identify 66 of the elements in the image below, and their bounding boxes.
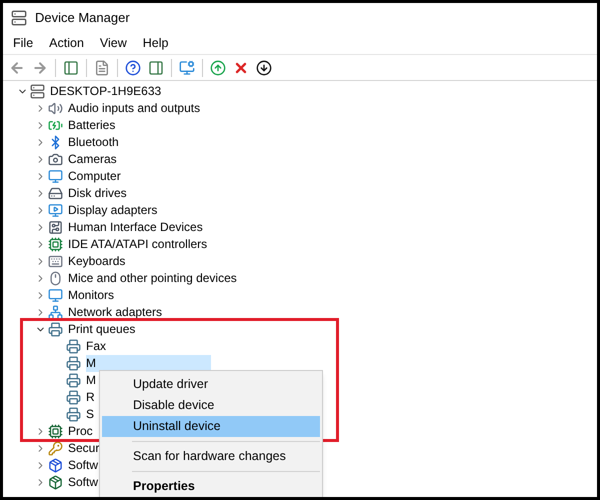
tree-item[interactable]: Network adapters	[68, 304, 162, 321]
tree-item[interactable]: Cameras	[68, 151, 117, 168]
window-icon[interactable]	[148, 60, 164, 76]
printer-icon	[66, 407, 81, 422]
package-icon	[48, 458, 63, 473]
tree-item[interactable]: Batteries	[68, 117, 116, 134]
tree-item[interactable]: M	[86, 372, 96, 389]
chip-icon	[48, 424, 63, 439]
device-icon	[48, 220, 63, 235]
tree-item[interactable]: Bluetooth	[68, 134, 119, 151]
tree-item[interactable]: Softw	[68, 457, 98, 474]
menu-option[interactable]: Update driver	[102, 374, 320, 395]
printer-icon	[66, 356, 81, 371]
update-icon[interactable]	[210, 60, 226, 76]
tree-item[interactable]: S	[86, 406, 94, 423]
tree-item[interactable]: Human Interface Devices	[68, 219, 203, 236]
window-icon[interactable]	[63, 60, 79, 76]
tree-item[interactable]: Softw	[68, 474, 98, 491]
package-icon	[48, 475, 63, 490]
chip-icon	[48, 237, 63, 252]
display-icon	[48, 203, 63, 218]
download-icon[interactable]	[256, 60, 272, 76]
tree-item[interactable]: Print queues	[68, 321, 136, 338]
menu-item[interactable]: File	[13, 34, 34, 53]
camera-icon	[48, 152, 63, 167]
forward-icon[interactable]	[32, 60, 48, 76]
tree-item[interactable]: Audio inputs and outputs	[68, 100, 200, 117]
tree-item[interactable]: Display adapters	[68, 202, 158, 219]
menu-item[interactable]: Action	[49, 34, 84, 53]
computer-icon	[30, 84, 45, 99]
help-icon[interactable]	[125, 60, 141, 76]
menu-option[interactable]: Scan for hardware changes	[102, 446, 320, 467]
menu-option[interactable]: Disable device	[102, 395, 320, 416]
printer-icon	[48, 322, 63, 337]
mouse-icon	[48, 271, 63, 286]
tree-item[interactable]: Mice and other pointing devices	[68, 270, 237, 287]
monitor-icon	[48, 169, 63, 184]
key-icon	[48, 441, 63, 456]
printer-icon	[66, 373, 81, 388]
back-icon[interactable]	[9, 60, 25, 76]
scan-icon[interactable]	[179, 60, 195, 76]
printer-icon	[66, 339, 81, 354]
app-icon	[11, 10, 27, 26]
tree-item[interactable]: IDE ATA/ATAPI controllers	[68, 236, 208, 253]
battery-icon	[48, 118, 63, 133]
menu-item[interactable]: Help	[142, 34, 168, 53]
tree-item[interactable]: Secur	[68, 440, 100, 457]
tree-item[interactable]: R	[86, 389, 95, 406]
keyboard-icon	[48, 254, 63, 269]
tree-item[interactable]: Fax	[86, 338, 106, 355]
network-icon	[48, 305, 63, 320]
drive-icon	[48, 186, 63, 201]
monitor-icon	[48, 288, 63, 303]
menu-item[interactable]: View	[100, 34, 127, 53]
document-icon[interactable]	[94, 60, 110, 76]
tree-item[interactable]: Computer	[68, 168, 121, 185]
tree-item[interactable]: Monitors	[68, 287, 114, 304]
menu-option[interactable]: Uninstall device	[102, 416, 320, 437]
printer-icon	[66, 390, 81, 405]
tree-item[interactable]: Disk drives	[68, 185, 127, 202]
tree-item[interactable]: Proc	[68, 423, 93, 440]
window-title: Device Manager	[35, 9, 130, 28]
tree-item[interactable]: DESKTOP-1H9E633	[50, 83, 162, 100]
speaker-icon	[48, 101, 63, 116]
tree-item[interactable]: Keyboards	[68, 253, 126, 270]
menu-option[interactable]: Properties	[102, 476, 320, 497]
